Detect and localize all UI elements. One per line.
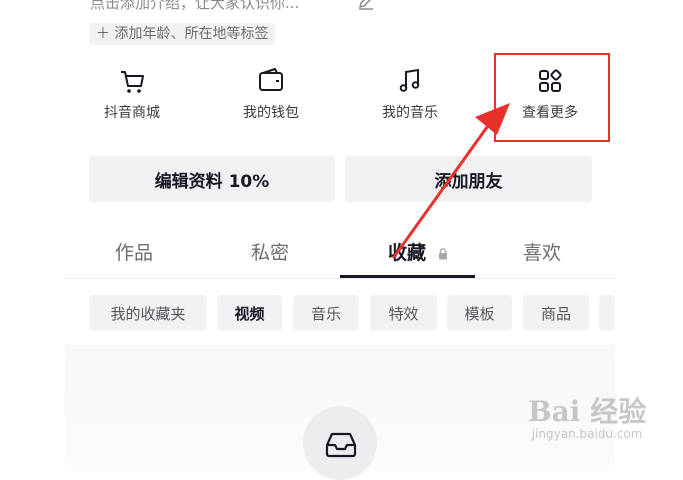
tab-likes[interactable]: 喜欢 <box>523 238 561 265</box>
edit-profile-button[interactable]: 编辑资料 10% <box>89 156 335 202</box>
tab-private[interactable]: 私密 <box>251 238 289 265</box>
chip-more-partial[interactable] <box>599 295 615 331</box>
chip-favorite-folder[interactable]: 我的收藏夹 <box>89 295 207 331</box>
annotation-arrow-icon <box>392 103 510 259</box>
wallet-icon <box>259 68 283 91</box>
shortcut-shop[interactable]: 抖音商城 <box>72 66 192 122</box>
tab-works[interactable]: 作品 <box>115 238 153 265</box>
shortcut-label: 抖音商城 <box>104 105 160 121</box>
music-note-icon <box>399 68 420 92</box>
chip-music[interactable]: 音乐 <box>293 295 359 331</box>
edit-pen-icon[interactable] <box>357 0 375 10</box>
chip-products[interactable]: 商品 <box>523 295 589 331</box>
tab-divider <box>65 278 615 279</box>
shortcut-wallet[interactable]: 我的钱包 <box>211 66 331 122</box>
chip-templates[interactable]: 模板 <box>447 295 512 331</box>
chip-video[interactable]: 视频 <box>217 295 282 331</box>
profile-intro[interactable]: 点击添加介绍，让大家认识你... <box>90 0 299 13</box>
baidu-watermark: Bai 经验 jingyan.baidu.com <box>528 395 647 441</box>
cart-icon <box>121 71 144 93</box>
chip-effects[interactable]: 特效 <box>370 295 437 331</box>
inbox-icon <box>325 432 357 458</box>
shortcut-label: 我的钱包 <box>243 105 299 121</box>
add-tags-button[interactable]: ＋ 添加年龄、所在地等标签 <box>89 23 276 45</box>
